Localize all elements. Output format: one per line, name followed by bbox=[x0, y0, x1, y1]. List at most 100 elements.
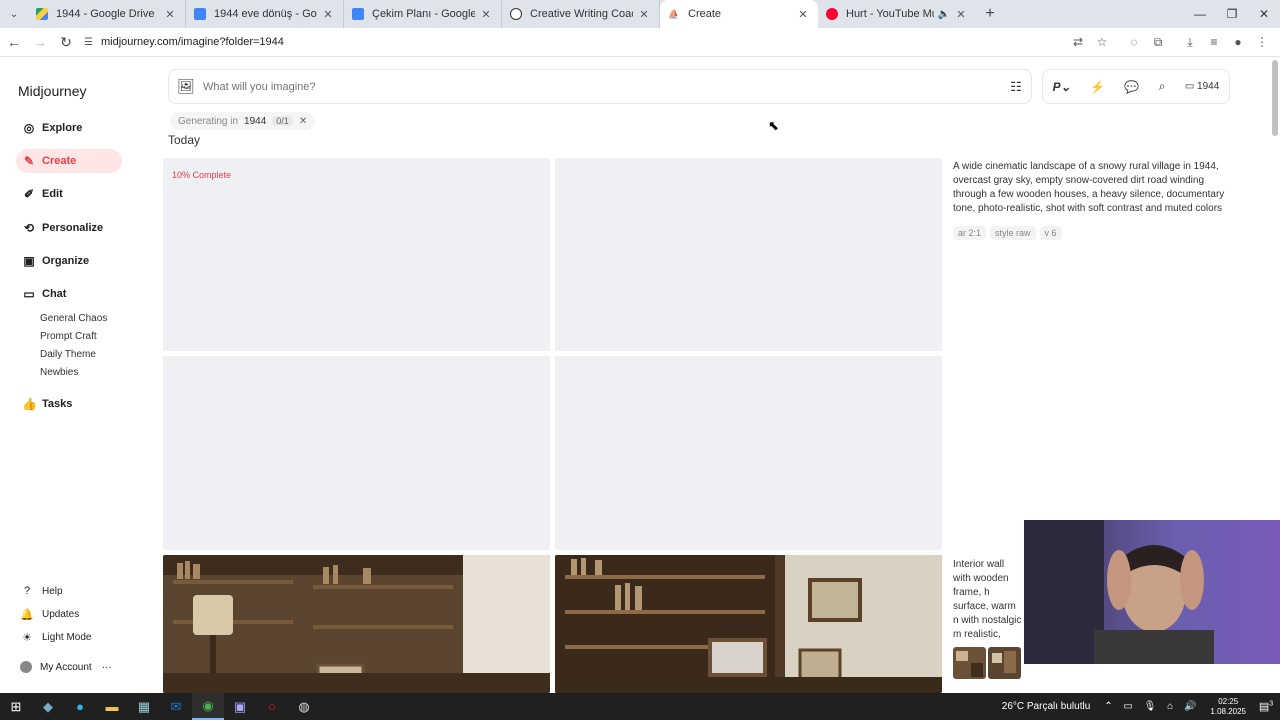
media-icon[interactable]: ≡ bbox=[1202, 35, 1226, 50]
image-tile-2[interactable] bbox=[555, 158, 942, 351]
edge-icon[interactable]: ● bbox=[64, 693, 96, 720]
webcam-overlay bbox=[1024, 520, 1280, 664]
param-tag[interactable]: v 6 bbox=[1039, 226, 1062, 240]
sidebar-item-chat[interactable]: ▭ Chat bbox=[16, 282, 122, 306]
profile-avatar-icon[interactable]: ● bbox=[1226, 35, 1250, 50]
reload-icon[interactable]: ↻ bbox=[54, 34, 78, 51]
google-docs-icon bbox=[352, 8, 364, 20]
generated-image-library-1[interactable] bbox=[163, 555, 550, 693]
chrome-icon[interactable]: ◉ bbox=[192, 693, 224, 720]
updates-link[interactable]: 🔔 Updates bbox=[20, 608, 79, 621]
tab-youtube-music[interactable]: Hurt - YouTube Music 🔈 ✕ bbox=[818, 0, 976, 28]
outlook-icon[interactable]: ✉ bbox=[160, 693, 192, 720]
close-tab-icon[interactable]: ✕ bbox=[163, 8, 177, 21]
generated-image-library-2[interactable] bbox=[555, 555, 942, 693]
tab-google-docs-1[interactable]: 1944 eve dönüş - Google Doku ✕ bbox=[186, 0, 344, 28]
sidebar-item-explore[interactable]: ◎ Explore bbox=[16, 116, 122, 140]
premiere-icon[interactable]: ▣ bbox=[224, 693, 256, 720]
more-options-icon[interactable]: ··· bbox=[102, 662, 112, 673]
help-link[interactable]: ? Help bbox=[20, 585, 63, 597]
prompt-input[interactable] bbox=[203, 80, 1001, 93]
tab-create[interactable]: ⛵ Create ✕ bbox=[660, 0, 818, 28]
tab-title: Çekim Planı - Google Doküman bbox=[372, 8, 475, 20]
sidebar-item-personalize[interactable]: ⟲ Personalize bbox=[16, 216, 122, 240]
job-prompt-text[interactable]: A wide cinematic landscape of a snowy ru… bbox=[953, 160, 1233, 216]
puzzle-icon[interactable]: ⧉ bbox=[1146, 35, 1170, 50]
tab-creative-writing-coach[interactable]: Creative Writing Coach - Belge ✕ bbox=[502, 0, 660, 28]
windows-start-icon[interactable]: ⊞ bbox=[0, 693, 32, 720]
page-scrollbar[interactable] bbox=[1272, 60, 1278, 136]
new-tab-button[interactable]: + bbox=[976, 5, 1004, 23]
weather-widget[interactable]: 26°C Parçalı bulutlu bbox=[1002, 701, 1091, 712]
close-tab-icon[interactable]: ✕ bbox=[637, 8, 651, 21]
translate-icon[interactable]: ⇄ bbox=[1066, 35, 1090, 50]
close-window-icon[interactable]: ✕ bbox=[1248, 0, 1280, 28]
light-mode-toggle[interactable]: ☀ Light Mode bbox=[20, 631, 91, 644]
brand-logo[interactable]: Midjourney bbox=[18, 83, 86, 99]
address-bar: ← → ↻ ☰ midjourney.com/imagine?folder=19… bbox=[0, 28, 1280, 57]
notification-icon[interactable]: ▤3 bbox=[1256, 700, 1276, 713]
param-tag[interactable]: style raw bbox=[990, 226, 1036, 240]
clock-date: 1.08.2025 bbox=[1210, 706, 1246, 716]
generating-folder: 1944 bbox=[244, 115, 267, 127]
param-tag[interactable]: ar 2:1 bbox=[953, 226, 987, 240]
chat-room-prompt-craft[interactable]: Prompt Craft bbox=[40, 331, 97, 342]
sidebar-item-create[interactable]: ✎ Create bbox=[16, 149, 122, 173]
speed-bolt-icon[interactable]: ⚡ bbox=[1090, 80, 1105, 94]
search-icon[interactable]: ⌕ bbox=[1159, 79, 1166, 94]
close-tab-icon[interactable]: ✕ bbox=[954, 8, 968, 21]
image-tile-1[interactable] bbox=[163, 158, 550, 351]
sidebar-item-edit[interactable]: ✐ Edit bbox=[16, 182, 122, 206]
reference-thumbnail-2[interactable] bbox=[988, 647, 1021, 679]
forward-icon[interactable]: → bbox=[28, 34, 52, 50]
site-info-icon[interactable]: ☰ bbox=[84, 37, 93, 48]
avatar bbox=[20, 661, 32, 673]
minimize-icon[interactable]: — bbox=[1184, 0, 1216, 28]
chat-room-newbies[interactable]: Newbies bbox=[40, 367, 78, 378]
file-explorer-icon[interactable]: ▬ bbox=[96, 693, 128, 720]
menu-icon[interactable]: ⋮ bbox=[1250, 35, 1274, 50]
clock[interactable]: 02:25 1.08.2025 bbox=[1210, 697, 1246, 717]
brush-icon: ✎ bbox=[23, 154, 35, 168]
dismiss-icon[interactable]: ✕ bbox=[299, 116, 307, 127]
download-icon[interactable]: ⤓ bbox=[1178, 35, 1202, 50]
restore-icon[interactable]: ❐ bbox=[1216, 0, 1248, 28]
sidebar-item-tasks[interactable]: 👍 Tasks bbox=[16, 392, 122, 416]
reference-thumbnail-1[interactable] bbox=[953, 647, 986, 679]
tab-search-icon[interactable]: ⌄ bbox=[0, 0, 28, 28]
store-icon[interactable]: ▦ bbox=[128, 693, 160, 720]
tab-title: 1944 eve dönüş - Google Doku bbox=[214, 8, 317, 20]
back-icon[interactable]: ← bbox=[2, 34, 26, 50]
sidebar: Midjourney ◎ Explore ✎ Create ✐ Edit ⟲ P… bbox=[0, 57, 150, 693]
close-tab-icon[interactable]: ✕ bbox=[479, 8, 493, 21]
image-upload-icon[interactable]: 🖼 bbox=[169, 78, 203, 95]
google-drive-icon bbox=[36, 8, 48, 20]
close-tab-icon[interactable]: ✕ bbox=[321, 8, 335, 21]
sidebar-item-label: Organize bbox=[42, 255, 90, 267]
section-title: Today bbox=[168, 133, 201, 147]
tab-title: Create bbox=[688, 8, 722, 20]
job-prompt-text-2[interactable]: Interior wall with wooden frame, h surfa… bbox=[953, 558, 1023, 642]
copilot-icon[interactable]: ◆ bbox=[32, 693, 64, 720]
tab-google-drive[interactable]: 1944 - Google Drive ✕ bbox=[28, 0, 186, 28]
image-tile-3[interactable] bbox=[163, 356, 550, 550]
opera-icon[interactable]: ○ bbox=[256, 693, 288, 720]
davinci-icon[interactable]: ◍ bbox=[288, 693, 320, 720]
close-tab-icon[interactable]: ✕ bbox=[796, 8, 810, 21]
speaker-icon[interactable]: 🔈 bbox=[938, 9, 950, 20]
tab-google-docs-2[interactable]: Çekim Planı - Google Doküman ✕ bbox=[344, 0, 502, 28]
bookmark-star-icon[interactable]: ☆ bbox=[1090, 35, 1114, 50]
tray-icons[interactable]: ⌃ ▭ 🎙 ⌂ 🔊 bbox=[1104, 701, 1200, 712]
chat-mode-icon[interactable]: 💬 bbox=[1124, 80, 1139, 94]
image-tile-4[interactable] bbox=[555, 356, 942, 550]
chat-room-daily-theme[interactable]: Daily Theme bbox=[40, 349, 96, 360]
my-account-button[interactable]: My Account ··· bbox=[20, 661, 112, 673]
chat-room-general-chaos[interactable]: General Chaos bbox=[40, 313, 107, 324]
extension-icon[interactable]: ◌ bbox=[1122, 35, 1146, 50]
edit-icon: ✐ bbox=[23, 187, 35, 201]
personalize-p-icon[interactable]: P⌄ bbox=[1053, 80, 1071, 94]
url-field[interactable]: ☰ midjourney.com/imagine?folder=1944 bbox=[84, 36, 1066, 48]
folder-selector[interactable]: ▭ 1944 bbox=[1185, 81, 1219, 92]
settings-sliders-icon[interactable]: ☷ bbox=[1001, 79, 1031, 95]
sidebar-item-organize[interactable]: ▣ Organize bbox=[16, 249, 122, 273]
